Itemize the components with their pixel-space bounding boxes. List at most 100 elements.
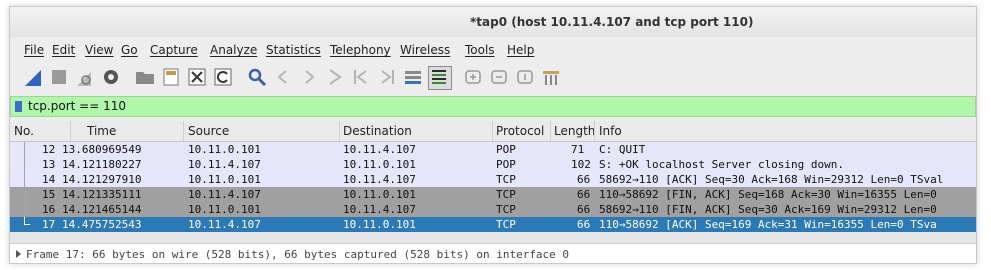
table-row[interactable]: 16 14.121465144 10.11.0.101 10.11.4.107 … <box>10 202 976 217</box>
cell-length: 66 <box>577 188 591 201</box>
column-separator[interactable] <box>550 121 551 141</box>
cell-destination: 10.11.0.101 <box>343 188 416 201</box>
column-separator[interactable] <box>183 121 184 141</box>
cell-no: 13 <box>42 158 56 171</box>
cell-length: 66 <box>577 203 591 216</box>
last-packet-icon[interactable] <box>376 66 398 88</box>
go-back-icon[interactable] <box>272 66 294 88</box>
column-separator[interactable] <box>70 121 71 141</box>
close-file-icon[interactable] <box>186 66 208 88</box>
menu-file[interactable]: File <box>24 43 44 57</box>
main-toolbar <box>10 63 976 93</box>
menu-capture[interactable]: Capture <box>150 43 198 57</box>
column-header-length[interactable]: Length <box>554 124 595 138</box>
restart-icon[interactable] <box>74 66 96 88</box>
menu-go[interactable]: Go <box>121 43 138 57</box>
cell-no: 16 <box>42 203 56 216</box>
column-header-protocol[interactable]: Protocol <box>496 124 544 138</box>
menu-help[interactable]: Help <box>507 43 534 57</box>
menu-wireless[interactable]: Wireless <box>400 43 450 57</box>
table-row-selected[interactable]: 17 14.475752543 10.11.4.107 10.11.0.101 … <box>10 217 976 232</box>
column-header-destination[interactable]: Destination <box>343 124 412 138</box>
reload-icon[interactable] <box>212 66 234 88</box>
table-row[interactable]: 14 14.121297910 10.11.0.101 10.11.4.107 … <box>10 172 976 187</box>
first-packet-icon[interactable] <box>350 66 372 88</box>
cell-time: 14.475752543 <box>62 218 142 231</box>
conversation-bracket <box>24 202 25 217</box>
cell-time: 14.121297910 <box>62 173 142 186</box>
autoscroll-icon[interactable] <box>402 66 424 88</box>
cell-time: 14.121335111 <box>62 188 142 201</box>
cell-source: 10.11.4.107 <box>188 188 261 201</box>
menu-tools[interactable]: Tools <box>465 43 495 57</box>
cell-source: 10.11.4.107 <box>188 158 261 171</box>
cell-destination: 10.11.4.107 <box>343 143 416 156</box>
cell-info: C: QUIT <box>599 143 646 156</box>
cell-length: 71 <box>571 143 585 156</box>
column-header-source[interactable]: Source <box>188 124 229 138</box>
conversation-bracket-end <box>24 224 30 225</box>
display-filter-bar[interactable]: tcp.port == 110 <box>10 96 976 117</box>
frame-summary[interactable]: Frame 17: 66 bytes on wire (528 bits), 6… <box>26 248 569 261</box>
cell-no: 12 <box>42 143 56 156</box>
column-separator[interactable] <box>339 121 340 141</box>
table-row[interactable]: 15 14.121335111 10.11.4.107 10.11.0.101 … <box>10 187 976 202</box>
cell-no: 14 <box>42 173 56 186</box>
open-folder-icon[interactable] <box>134 66 156 88</box>
cell-info: 58692→110 [FIN, ACK] Seq=30 Ack=169 Win=… <box>599 203 937 216</box>
cell-length: 66 <box>577 218 591 231</box>
packet-list: 12 13.680969549 10.11.0.101 10.11.4.107 … <box>10 142 976 232</box>
go-forward-icon[interactable] <box>298 66 320 88</box>
display-filter-input[interactable]: tcp.port == 110 <box>28 99 126 113</box>
cell-no: 17 <box>42 218 56 231</box>
menu-telephony[interactable]: Telephony <box>330 43 391 57</box>
zoom-out-icon[interactable] <box>488 66 510 88</box>
cell-destination: 10.11.4.107 <box>343 173 416 186</box>
menu-view[interactable]: View <box>85 43 113 57</box>
resize-columns-icon[interactable] <box>540 66 562 88</box>
table-row[interactable]: 13 14.121180227 10.11.4.107 10.11.0.101 … <box>10 157 976 172</box>
conversation-bracket <box>24 157 25 172</box>
cell-info: 58692→110 [ACK] Seq=30 Ack=168 Win=29312… <box>599 173 944 186</box>
shark-fin-start-icon[interactable] <box>22 66 44 88</box>
cell-source: 10.11.0.101 <box>188 203 261 216</box>
save-file-icon[interactable] <box>160 66 182 88</box>
wireshark-window: *tap0 (host 10.11.4.107 and tcp port 110… <box>9 6 977 264</box>
normal-size-icon[interactable] <box>514 66 536 88</box>
column-header-info[interactable]: Info <box>599 124 622 138</box>
bookmark-icon[interactable] <box>15 101 22 112</box>
cell-protocol: TCP <box>496 218 516 231</box>
cell-destination: 10.11.4.107 <box>343 203 416 216</box>
zoom-in-icon[interactable] <box>462 66 484 88</box>
column-separator[interactable] <box>594 121 595 141</box>
expand-arrow-icon[interactable] <box>16 250 21 258</box>
cell-length: 102 <box>571 158 591 171</box>
find-magnifier-icon[interactable] <box>246 66 268 88</box>
cell-info: 110→58692 [ACK] Seq=169 Ack=31 Win=16355… <box>599 218 937 231</box>
cell-time: 14.121465144 <box>62 203 142 216</box>
conversation-bracket <box>24 172 25 187</box>
column-header-time[interactable]: Time <box>87 124 116 138</box>
go-to-packet-icon[interactable] <box>324 66 346 88</box>
pane-splitter[interactable] <box>10 232 976 243</box>
cell-no: 15 <box>42 188 56 201</box>
cell-info: S: +OK localhost Server closing down. <box>599 158 845 171</box>
packet-details-pane[interactable]: Frame 17: 66 bytes on wire (528 bits), 6… <box>10 243 976 263</box>
menu-analyze[interactable]: Analyze <box>210 43 257 57</box>
table-row[interactable]: 12 13.680969549 10.11.0.101 10.11.4.107 … <box>10 142 976 157</box>
cell-protocol: TCP <box>496 188 516 201</box>
stop-square-icon[interactable] <box>48 66 70 88</box>
menu-edit[interactable]: Edit <box>52 43 75 57</box>
column-header-no[interactable]: No. <box>14 124 34 138</box>
cell-info: 110→58692 [FIN, ACK] Seq=168 Ack=30 Win=… <box>599 188 937 201</box>
window-title: *tap0 (host 10.11.4.107 and tcp port 110… <box>470 15 754 29</box>
column-separator[interactable] <box>492 121 493 141</box>
menu-statistics[interactable]: Statistics <box>266 43 321 57</box>
cell-protocol: POP <box>496 158 516 171</box>
cell-length: 66 <box>577 173 591 186</box>
conversation-bracket <box>24 187 25 202</box>
cell-protocol: TCP <box>496 203 516 216</box>
cell-time: 13.680969549 <box>62 143 142 156</box>
colorize-icon[interactable] <box>428 66 452 90</box>
capture-options-gear-icon[interactable] <box>100 66 122 88</box>
